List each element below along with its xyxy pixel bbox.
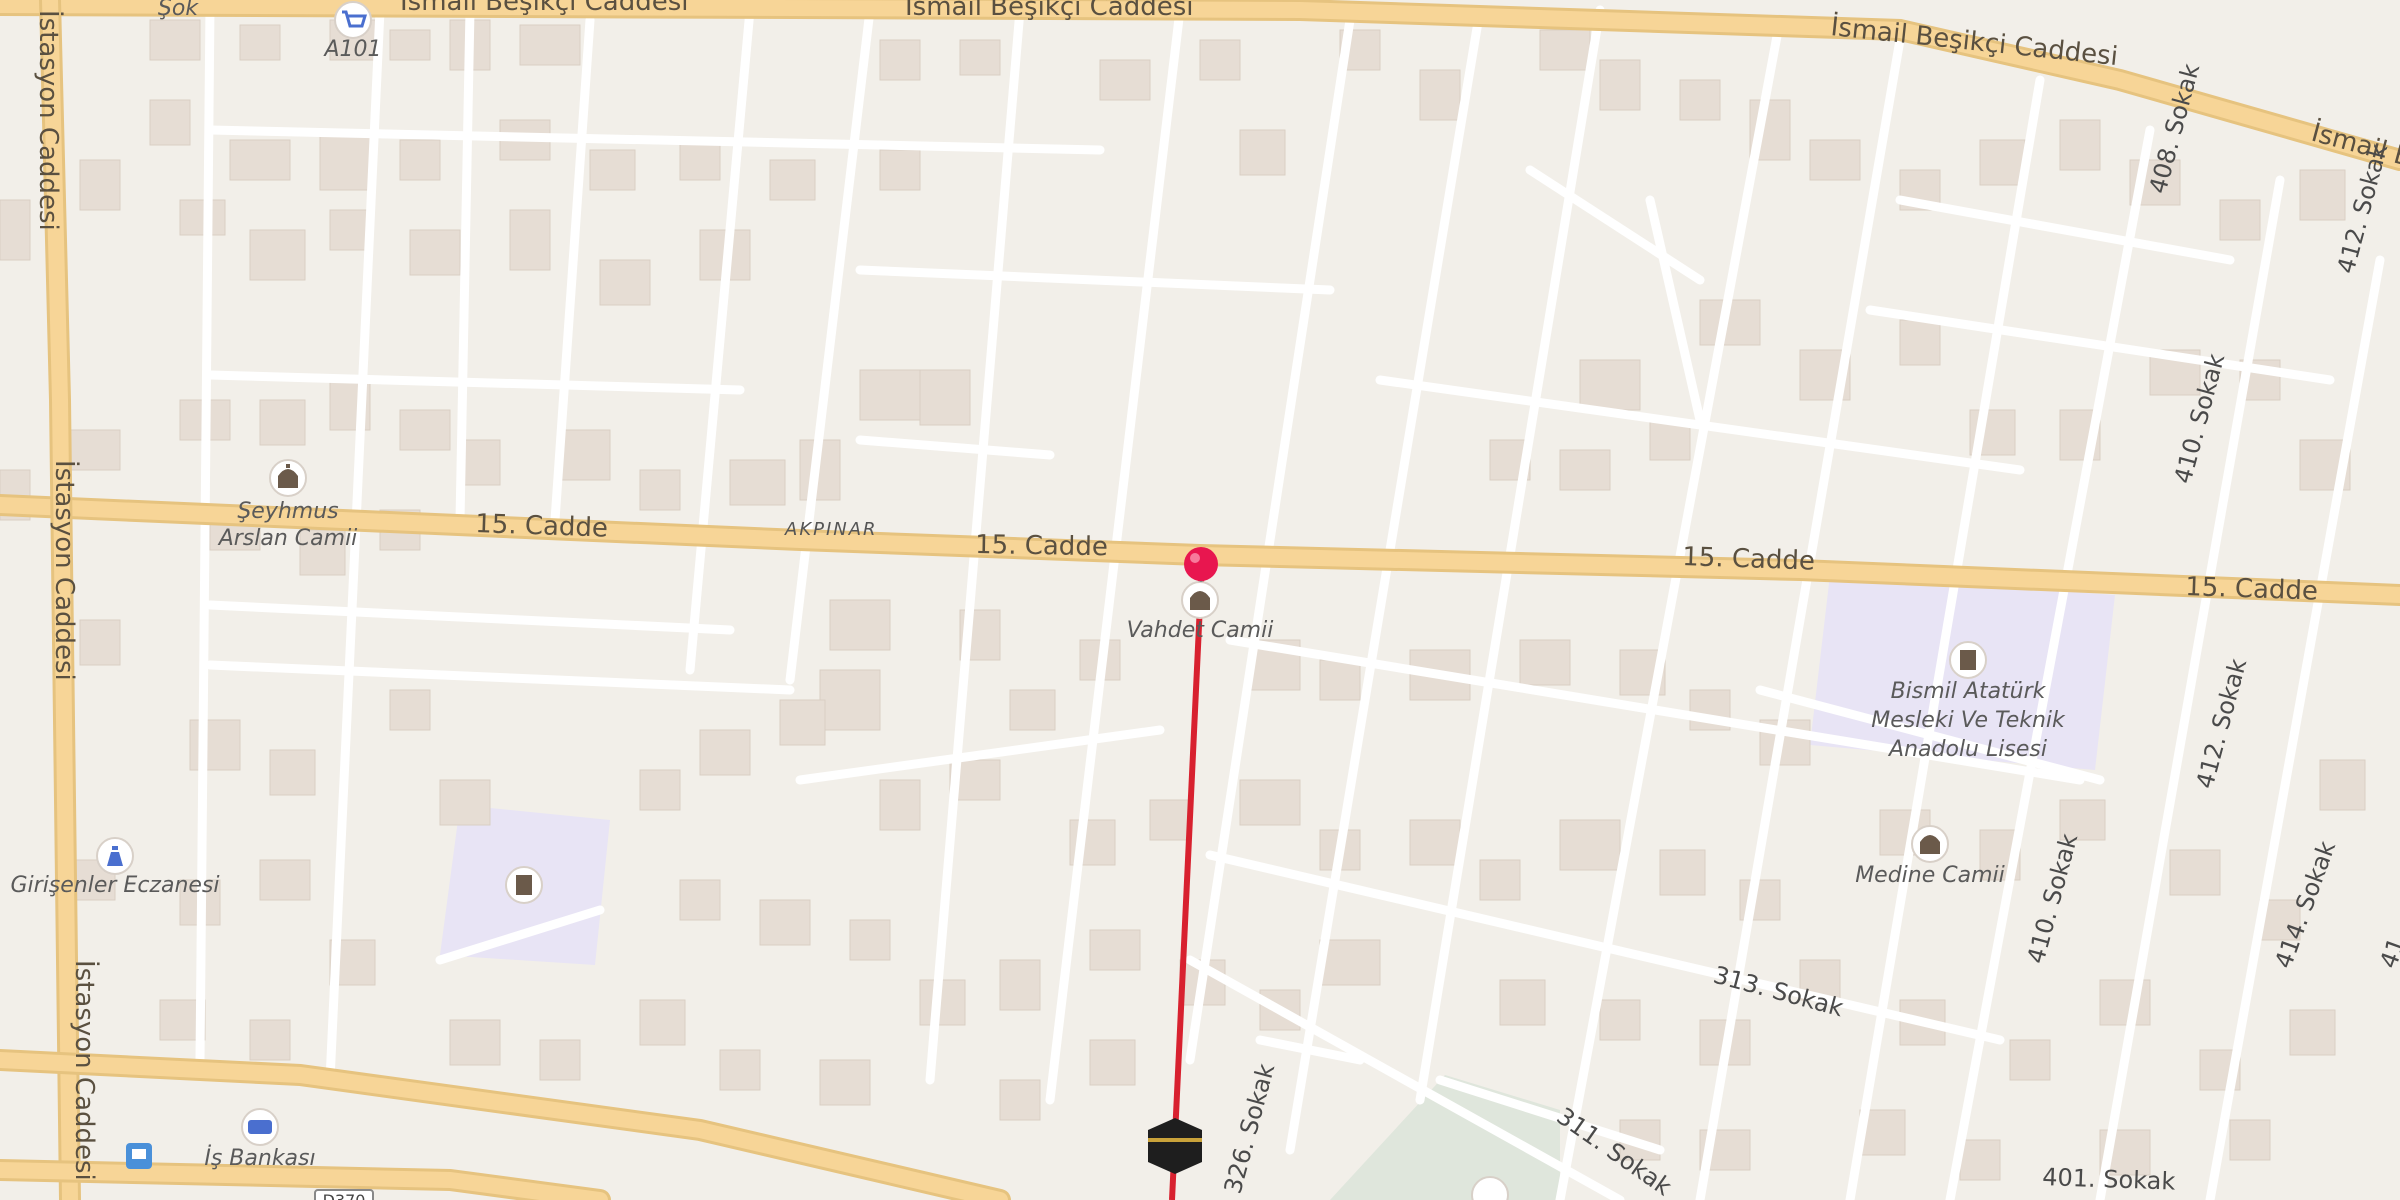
school-glyph bbox=[1960, 650, 1976, 670]
poi-label-seyhmus-1: Şeyhmus bbox=[237, 499, 338, 524]
poi-label-seyhmus-2: Arslan Camii bbox=[217, 526, 358, 551]
kaaba-destination-marker[interactable] bbox=[1148, 1118, 1202, 1174]
road-shield-label: D370 bbox=[323, 1191, 366, 1200]
poi-school-marker-2[interactable] bbox=[505, 866, 543, 904]
poi-label-bismil-3: Anadolu Lisesi bbox=[1887, 737, 2047, 762]
street-label-401: 401. Sokak bbox=[2042, 1163, 2176, 1196]
street-label-15-cadde-2: 15. Cadde bbox=[975, 530, 1108, 562]
poi-label-medine: Medine Camii bbox=[1855, 863, 2005, 888]
street-label-15-cadde-3: 15. Cadde bbox=[1682, 542, 1816, 577]
kaaba-icon bbox=[1148, 1118, 1202, 1174]
bus-stop-glyph bbox=[132, 1149, 146, 1159]
street-label-istasyon-2: İstasyon Caddesi bbox=[49, 460, 81, 681]
area-label-akpinar: AKPINAR bbox=[784, 519, 878, 540]
poi-label-a101: A101 bbox=[322, 37, 381, 62]
bank-glyph bbox=[248, 1120, 272, 1134]
school-glyph bbox=[516, 875, 532, 895]
street-label-ismail-2: İsmail Beşikçi Caddesi bbox=[905, 0, 1194, 22]
street-label-ismail-1: İsmail Beşikçi Caddesi bbox=[400, 0, 689, 17]
street-label-15-cadde-4: 15. Cadde bbox=[2185, 572, 2319, 607]
poi-sok-marker[interactable]: Şok bbox=[158, 0, 199, 21]
poi-label-sok: Şok bbox=[158, 0, 199, 21]
street-label-15-cadde-1: 15. Cadde bbox=[475, 509, 609, 544]
shopping-cart-icon bbox=[334, 1, 372, 39]
pin-highlight bbox=[1190, 553, 1200, 563]
bus-stop-marker[interactable] bbox=[126, 1143, 152, 1169]
poi-label-girisenler: Girişenler Eczanesi bbox=[10, 873, 219, 898]
location-pin-icon bbox=[1184, 547, 1218, 581]
poi-label-vahdet: Vahdet Camii bbox=[1127, 618, 1274, 643]
street-label-istasyon-3: İstasyon Caddesi bbox=[69, 960, 101, 1181]
poi-label-isbank: İş Bankası bbox=[204, 1145, 315, 1171]
street-label-istasyon-1: İstasyon Caddesi bbox=[33, 10, 65, 231]
map-canvas[interactable]: İsmail Beşikçi Caddesi İsmail Beşikçi Ca… bbox=[0, 0, 2400, 1200]
poi-label-bismil-2: Mesleki Ve Teknik bbox=[1871, 708, 2066, 733]
poi-label-bismil-1: Bismil Atatürk bbox=[1891, 679, 2047, 704]
road-shield: D370 bbox=[314, 1189, 374, 1200]
